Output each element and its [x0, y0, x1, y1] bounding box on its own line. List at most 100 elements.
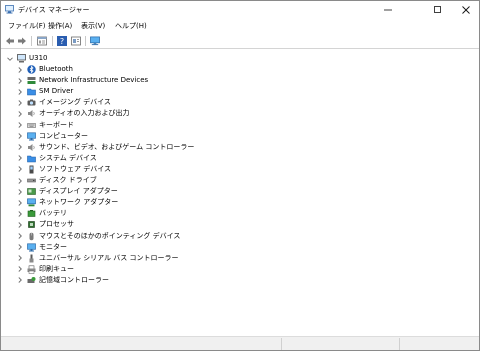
- action-view-button[interactable]: [71, 36, 81, 46]
- chevron-right-icon[interactable]: [17, 219, 23, 230]
- tree-category-item[interactable]: バッテリ: [17, 208, 67, 219]
- tree-category-item[interactable]: キーボード: [17, 120, 74, 131]
- folder-icon: [27, 88, 36, 96]
- forward-button[interactable]: [17, 36, 27, 46]
- device-manager-window: デバイス マネージャー ファイル(F) 操作(A) 表示(V) ヘルプ(H) ?: [0, 0, 480, 351]
- processor-icon: [28, 221, 35, 229]
- tree-category-item[interactable]: サウンド、ビデオ、およびゲーム コントローラー: [17, 142, 194, 153]
- tree-category-item[interactable]: イメージング デバイス: [17, 97, 111, 108]
- chevron-right-icon[interactable]: [17, 253, 23, 264]
- status-bar: [1, 336, 479, 350]
- tree-category-item[interactable]: マウスとそのほかのポインティング デバイス: [17, 231, 180, 242]
- chevron-right-icon[interactable]: [17, 197, 23, 208]
- network-adapter-icon: [27, 198, 36, 207]
- printer-icon: [27, 265, 36, 274]
- tree-root[interactable]: U310: [7, 53, 47, 64]
- minimize-button[interactable]: [375, 1, 401, 18]
- chevron-right-icon[interactable]: [17, 97, 23, 108]
- maximize-button[interactable]: [424, 1, 450, 18]
- tree-category-label: Network Infrastructure Devices: [39, 76, 149, 85]
- tree-category-label: システム デバイス: [39, 153, 97, 162]
- device-manager-app-icon: [5, 5, 14, 14]
- tree-category-item[interactable]: ソフトウェア デバイス: [17, 164, 111, 175]
- mouse-icon: [29, 232, 34, 240]
- tree-category-label: コンピューター: [39, 131, 88, 140]
- toolbar-separator: [85, 36, 86, 46]
- back-button[interactable]: [5, 36, 15, 46]
- chevron-right-icon[interactable]: [17, 175, 23, 186]
- tree-category-item[interactable]: Network Infrastructure Devices: [17, 75, 148, 86]
- status-divider: [399, 338, 400, 350]
- minimize-icon: [384, 9, 392, 10]
- monitor-scan-icon: [90, 36, 100, 46]
- back-arrow-icon: [6, 37, 14, 45]
- tree-category-item[interactable]: SM Driver: [17, 86, 73, 97]
- software-device-icon: [29, 165, 34, 174]
- close-button[interactable]: [453, 1, 479, 18]
- monitor-icon: [27, 243, 36, 252]
- chevron-right-icon[interactable]: [17, 75, 23, 86]
- forward-arrow-icon: [18, 37, 26, 45]
- speaker-icon: [28, 110, 35, 118]
- tree-category-label: SM Driver: [39, 87, 74, 96]
- help-button[interactable]: ?: [57, 36, 67, 46]
- menu-view[interactable]: 表示(V): [81, 21, 105, 31]
- tree-category-item[interactable]: モニター: [17, 242, 67, 253]
- svg-text:?: ?: [60, 37, 64, 46]
- tree-category-item[interactable]: ディスプレイ アダプター: [17, 186, 118, 197]
- toolbar-separator: [52, 36, 53, 46]
- menu-bar: ファイル(F) 操作(A) 表示(V) ヘルプ(H): [1, 18, 479, 33]
- display-adapter-icon: [27, 188, 36, 195]
- tree-category-label: ディスプレイ アダプター: [39, 187, 118, 196]
- disk-drive-icon: [27, 178, 36, 183]
- tree-category-item[interactable]: プロセッサ: [17, 219, 74, 230]
- tree-category-label: Bluetooth: [39, 65, 73, 73]
- status-divider: [281, 338, 282, 350]
- camera-icon: [27, 99, 36, 106]
- chevron-right-icon[interactable]: [17, 242, 23, 253]
- menu-action[interactable]: 操作(A): [48, 21, 72, 31]
- properties-button[interactable]: [37, 36, 47, 46]
- tree-category-item[interactable]: ネットワーク アダプター: [17, 197, 118, 208]
- tree-category-label: オーディオの入力および出力: [39, 109, 130, 118]
- chevron-right-icon[interactable]: [17, 186, 23, 197]
- chevron-down-icon[interactable]: [7, 53, 13, 64]
- toolbar-separator: [31, 36, 32, 46]
- chevron-right-icon[interactable]: [17, 264, 23, 275]
- chevron-right-icon[interactable]: [17, 231, 23, 242]
- tree-category-label: 印刷キュー: [39, 264, 74, 273]
- tree-root-label: U310: [29, 54, 48, 62]
- menu-file[interactable]: ファイル(F): [8, 21, 46, 31]
- tree-category-item[interactable]: システム デバイス: [17, 153, 97, 164]
- chevron-right-icon[interactable]: [17, 142, 23, 153]
- tree-category-item[interactable]: 印刷キュー: [17, 264, 74, 275]
- chevron-right-icon[interactable]: [17, 86, 23, 97]
- menu-help[interactable]: ヘルプ(H): [115, 21, 147, 31]
- tree-category-item[interactable]: コンピューター: [17, 131, 88, 142]
- tree-category-item[interactable]: ユニバーサル シリアル バス コントローラー: [17, 253, 178, 264]
- tree-category-item[interactable]: オーディオの入力および出力: [17, 108, 130, 119]
- usb-icon: [29, 254, 34, 263]
- tree-category-item[interactable]: Bluetooth: [17, 64, 73, 75]
- chevron-right-icon[interactable]: [17, 208, 23, 219]
- tree-category-label: ソフトウェア デバイス: [39, 164, 112, 173]
- chevron-right-icon[interactable]: [17, 108, 23, 119]
- chevron-right-icon[interactable]: [17, 164, 23, 175]
- tree-category-item[interactable]: ディスク ドライブ: [17, 175, 97, 186]
- tree-category-label: マウスとそのほかのポインティング デバイス: [39, 231, 181, 240]
- help-icon: ?: [57, 36, 67, 46]
- tree-category-item[interactable]: 記憶域コントローラー: [17, 275, 109, 286]
- keyboard-icon: [27, 122, 36, 128]
- chevron-right-icon[interactable]: [17, 153, 23, 164]
- chevron-right-icon[interactable]: [17, 120, 23, 131]
- scan-hardware-button[interactable]: [90, 36, 100, 46]
- chevron-right-icon[interactable]: [17, 131, 23, 142]
- chevron-right-icon[interactable]: [17, 64, 23, 75]
- chevron-right-icon[interactable]: [17, 275, 23, 286]
- folder-icon: [27, 155, 36, 163]
- tree-category-label: モニター: [39, 242, 67, 251]
- tree-category-label: 記憶域コントローラー: [39, 275, 109, 284]
- title-bar: デバイス マネージャー: [1, 1, 479, 18]
- tree-category-label: キーボード: [39, 120, 74, 129]
- tree-category-label: ユニバーサル シリアル バス コントローラー: [39, 253, 179, 262]
